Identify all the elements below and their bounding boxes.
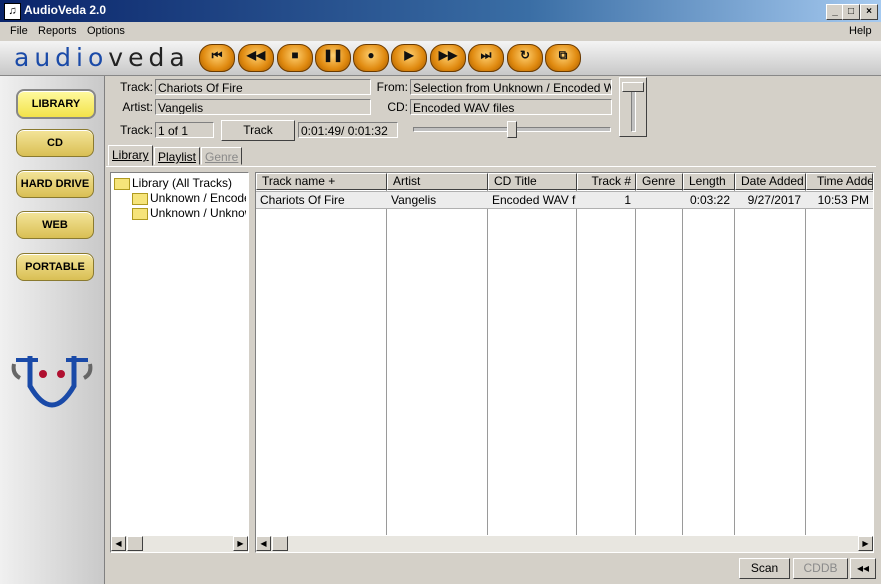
scroll-right-button[interactable]: ▶ bbox=[233, 536, 248, 551]
library-tree: Library (All Tracks) Unknown / Encoded W… bbox=[110, 172, 249, 553]
repeat-icon: ↻ bbox=[519, 48, 531, 62]
table-row[interactable]: Chariots Of Fire Vangelis Encoded WAV fi… bbox=[256, 191, 873, 209]
nav-portable-button[interactable]: PORTABLE bbox=[16, 253, 94, 281]
tree-item-unknown[interactable]: Unknown / Unknown bbox=[132, 206, 246, 220]
track-table: Track name + Artist CD Title Track # Gen… bbox=[255, 172, 874, 553]
artist-field: Vangelis bbox=[155, 99, 371, 115]
col-header-genre[interactable]: Genre bbox=[636, 173, 683, 190]
skip-back-button[interactable]: ⏮ bbox=[199, 44, 235, 72]
track-number-field: 1 of 1 bbox=[155, 122, 214, 138]
track-number-label: Track: bbox=[120, 123, 153, 137]
record-icon: ● bbox=[367, 48, 375, 62]
from-field: Selection from Unknown / Encoded WAV fil… bbox=[410, 79, 612, 95]
col-header-track-number[interactable]: Track # bbox=[577, 173, 636, 190]
tree-hscrollbar[interactable]: ◀ ▶ bbox=[111, 536, 248, 552]
cddb-button: CDDB bbox=[793, 558, 848, 579]
cell-date-added: 9/27/2017 bbox=[747, 193, 801, 207]
menu-file[interactable]: File bbox=[10, 25, 28, 37]
col-header-length[interactable]: Length bbox=[683, 173, 735, 190]
source-nav: LIBRARY CD HARD DRIVE WEB PORTABLE bbox=[0, 76, 105, 584]
track-name-field: Chariots Of Fire bbox=[155, 79, 371, 95]
nav-library-button[interactable]: LIBRARY bbox=[16, 89, 96, 119]
scan-button[interactable]: Scan bbox=[739, 558, 790, 579]
scroll-left-button[interactable]: ◀ bbox=[256, 536, 271, 551]
nav-hard-drive-button[interactable]: HARD DRIVE bbox=[16, 170, 94, 198]
cell-genre bbox=[636, 192, 682, 208]
fast-forward-icon: ▶▶ bbox=[438, 48, 458, 62]
scroll-thumb[interactable] bbox=[127, 536, 143, 551]
cell-cd-title: Encoded WAV files bbox=[492, 193, 576, 207]
skip-forward-icon: ⏭ bbox=[480, 48, 492, 62]
cd-label: CD: bbox=[387, 100, 408, 114]
shuffle-button[interactable]: ⧉ bbox=[545, 44, 581, 72]
cell-track-name: Chariots Of Fire bbox=[260, 193, 345, 207]
record-button[interactable]: ● bbox=[353, 44, 389, 72]
cell-track-number: 1 bbox=[624, 193, 631, 207]
menu-help[interactable]: Help bbox=[849, 25, 872, 37]
rewind-button[interactable]: ◀◀ bbox=[238, 44, 274, 72]
app-icon[interactable]: ♫ bbox=[4, 3, 21, 20]
shuffle-icon: ⧉ bbox=[558, 48, 568, 62]
position-slider-thumb[interactable] bbox=[507, 121, 517, 138]
title-bar: ♫ AudioVeda 2.0 _ □ × bbox=[0, 0, 881, 22]
maximize-button[interactable]: □ bbox=[842, 4, 860, 20]
skip-back-icon: ⏮ bbox=[211, 48, 223, 62]
rewind-icon: ◀◀ bbox=[246, 48, 266, 62]
tab-library[interactable]: Library bbox=[108, 145, 153, 166]
skip-forward-button[interactable]: ⏭ bbox=[468, 44, 504, 72]
nav-cd-button[interactable]: CD bbox=[16, 129, 94, 157]
cell-length: 0:03:22 bbox=[689, 193, 730, 207]
table-header-row: Track name + Artist CD Title Track # Gen… bbox=[256, 173, 873, 190]
col-header-time-added[interactable]: Time Added bbox=[806, 173, 873, 190]
track-label: Track: bbox=[120, 80, 153, 94]
menu-bar: File Reports Options Help bbox=[0, 22, 881, 41]
tab-genre: Genre bbox=[201, 147, 243, 165]
tree-item-encoded[interactable]: Unknown / Encoded WAV files bbox=[132, 191, 246, 205]
tree-item-root[interactable]: Library (All Tracks) bbox=[114, 176, 246, 190]
volume-slider[interactable] bbox=[619, 77, 647, 137]
collapse-button[interactable]: ◂◂ bbox=[850, 558, 876, 579]
time-display: 0:01:49/ 0:01:32 bbox=[298, 122, 398, 138]
stop-button[interactable]: ■ bbox=[277, 44, 313, 72]
col-header-track-name[interactable]: Track name + bbox=[256, 173, 387, 190]
transport-toolbar: audioveda ⏮ ◀◀ ■ ❚❚ ● ▶ ▶▶ ⏭ ↻ ⧉ bbox=[0, 41, 881, 76]
folder-icon bbox=[114, 177, 130, 190]
folder-icon bbox=[132, 207, 148, 220]
pause-button[interactable]: ❚❚ bbox=[315, 44, 351, 72]
folder-icon bbox=[132, 192, 148, 205]
window-title: AudioVeda 2.0 bbox=[24, 3, 107, 17]
volume-slider-thumb[interactable] bbox=[622, 82, 644, 92]
nav-web-button[interactable]: WEB bbox=[16, 211, 94, 239]
menu-reports[interactable]: Reports bbox=[38, 25, 77, 37]
col-header-artist[interactable]: Artist bbox=[387, 173, 488, 190]
tab-playlist[interactable]: Playlist bbox=[154, 147, 201, 165]
fast-forward-button[interactable]: ▶▶ bbox=[430, 44, 466, 72]
position-slider[interactable] bbox=[411, 120, 612, 138]
cell-artist: Vangelis bbox=[391, 193, 437, 207]
cd-title-field: Encoded WAV files bbox=[410, 99, 612, 115]
menu-options[interactable]: Options bbox=[87, 25, 125, 37]
scroll-thumb[interactable] bbox=[272, 536, 288, 551]
close-button[interactable]: × bbox=[860, 4, 878, 20]
app-logo: audioveda bbox=[14, 43, 190, 72]
pause-icon: ❚❚ bbox=[322, 48, 344, 62]
mascot-logo-icon bbox=[11, 356, 93, 408]
col-header-cd-title[interactable]: CD Title bbox=[488, 173, 577, 190]
play-button[interactable]: ▶ bbox=[391, 44, 427, 72]
stop-icon: ■ bbox=[291, 48, 299, 62]
scroll-left-button[interactable]: ◀ bbox=[111, 536, 126, 551]
play-icon: ▶ bbox=[404, 48, 414, 62]
table-hscrollbar[interactable]: ◀ ▶ bbox=[256, 536, 873, 552]
cell-time-added: 10:53 PM bbox=[817, 193, 869, 207]
from-label: From: bbox=[376, 80, 408, 94]
col-header-date-added[interactable]: Date Added bbox=[735, 173, 806, 190]
artist-label: Artist: bbox=[122, 100, 153, 114]
repeat-button[interactable]: ↻ bbox=[507, 44, 543, 72]
track-button[interactable]: Track bbox=[221, 120, 295, 141]
scroll-right-button[interactable]: ▶ bbox=[858, 536, 873, 551]
